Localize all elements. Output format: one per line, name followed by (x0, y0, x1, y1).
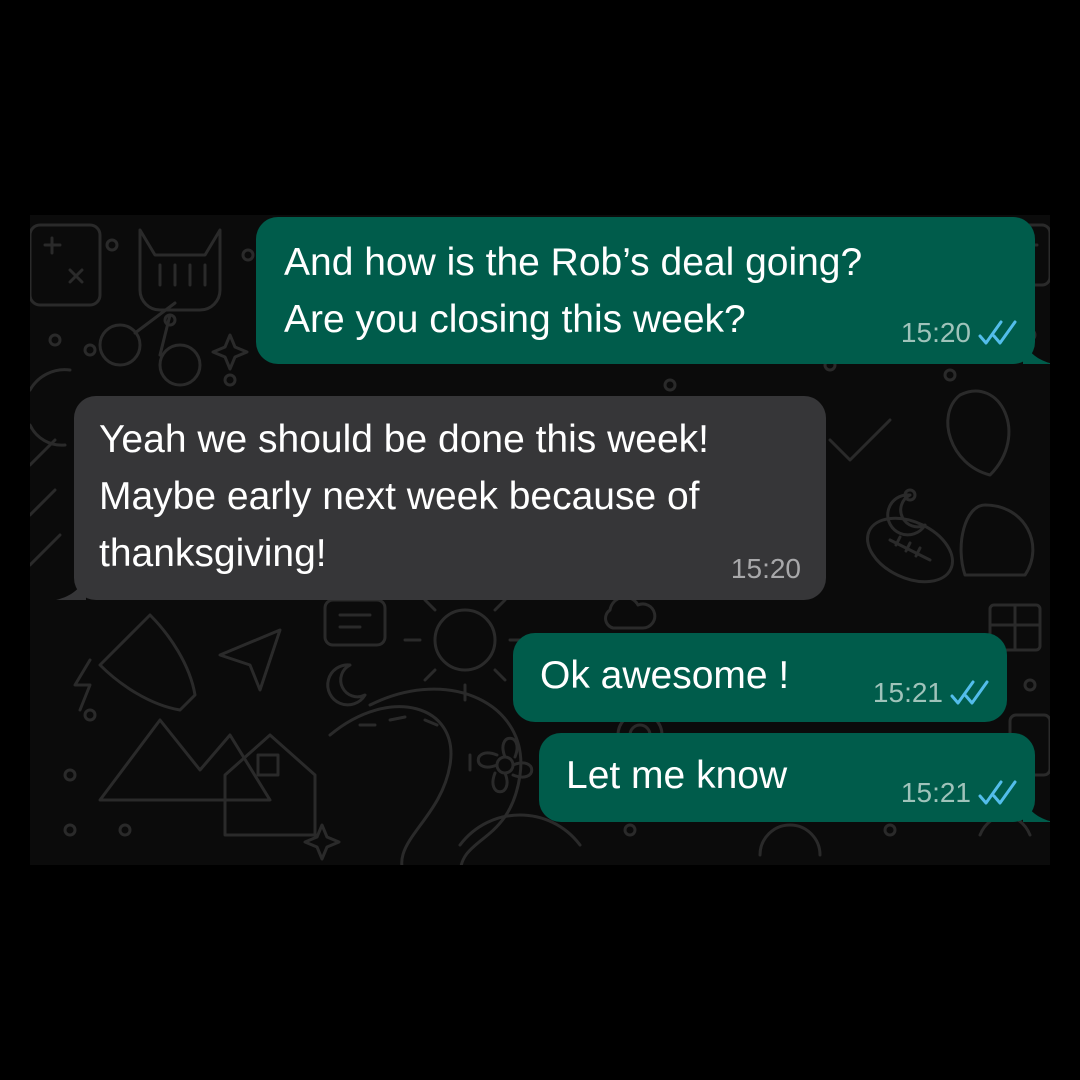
message-text-line: And how is the Rob’s deal going? (284, 241, 863, 284)
message-text-line: thanksgiving! (99, 532, 327, 575)
message-time: 15:21 (872, 677, 943, 708)
message-time: 15:20 (730, 553, 801, 584)
message-bubble-incoming[interactable]: Yeah we should be done this week! Maybe … (56, 396, 826, 600)
message-text-line: Maybe early next week because of (99, 475, 700, 518)
chat-thread: And how is the Rob’s deal going? Are you… (30, 215, 1050, 865)
bubble-tail (1023, 338, 1050, 364)
message-text-line: Yeah we should be done this week! (99, 418, 710, 461)
double-check-read-icon (978, 320, 1017, 345)
message-text-line: Are you closing this week? (284, 298, 746, 341)
message-bubble-outgoing[interactable]: Let me know 15:21 (539, 733, 1050, 822)
bubble-tail (1023, 796, 1050, 822)
message-meta: 15:20 (901, 318, 1017, 348)
message-bubble-outgoing[interactable]: And how is the Rob’s deal going? Are you… (256, 217, 1050, 364)
message-bubble-outgoing[interactable]: Ok awesome ! 15:21 (513, 633, 1007, 722)
message-meta: 15:20 (731, 554, 801, 584)
message-text-line: Ok awesome ! (540, 654, 790, 697)
message-time: 15:20 (900, 317, 971, 348)
message-time: 15:21 (900, 777, 971, 808)
double-check-read-icon (978, 780, 1017, 805)
message-meta: 15:21 (901, 778, 1017, 808)
bubble-tail (56, 574, 86, 600)
message-meta: 15:21 (873, 678, 989, 708)
message-text-line: Let me know (566, 754, 788, 797)
double-check-read-icon (950, 680, 989, 705)
